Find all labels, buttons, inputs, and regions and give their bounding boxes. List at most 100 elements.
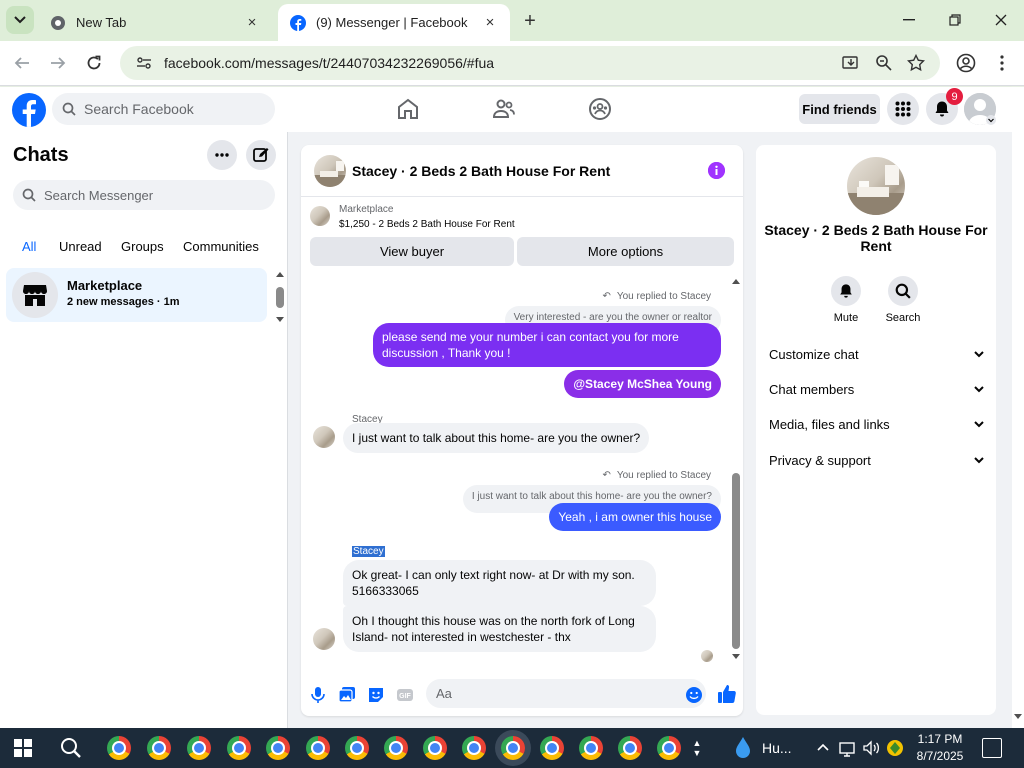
chat-item-marketplace[interactable]: Marketplace 2 new messages · 1m: [6, 268, 267, 322]
facebook-search-input[interactable]: Search Facebook: [52, 93, 275, 125]
outgoing-message[interactable]: please send me your number i can contact…: [373, 323, 721, 367]
section-chat-members[interactable]: Chat members: [769, 379, 984, 399]
kebab-menu-icon: [1000, 55, 1004, 71]
view-buyer-button[interactable]: View buyer: [310, 237, 514, 266]
section-media-files-links[interactable]: Media, files and links: [769, 414, 984, 434]
chrome-taskbar-app[interactable]: [540, 736, 564, 760]
chrome-icon: [51, 15, 65, 30]
app-tray-icon[interactable]: [886, 738, 904, 758]
site-settings-icon[interactable]: [136, 55, 152, 71]
filter-tab-communities[interactable]: Communities: [183, 239, 259, 254]
chrome-taskbar-app[interactable]: [423, 736, 447, 760]
emoji-icon[interactable]: [685, 686, 703, 704]
chrome-taskbar-app[interactable]: [107, 736, 131, 760]
thumbs-up-icon[interactable]: [717, 684, 737, 704]
conversation-scrollbar[interactable]: [730, 277, 742, 661]
listing-photo-thumbnail[interactable]: [314, 155, 346, 187]
microphone-icon[interactable]: [309, 686, 327, 704]
message-input[interactable]: Aa: [426, 679, 706, 708]
chrome-taskbar-app[interactable]: [501, 736, 525, 760]
chrome-taskbar-app[interactable]: [187, 736, 211, 760]
url-field[interactable]: facebook.com/messages/t/2440703423226905…: [120, 46, 940, 80]
close-window-button[interactable]: [978, 8, 1024, 32]
incoming-message[interactable]: Ok great- I can only text right now- at …: [343, 560, 656, 606]
start-button[interactable]: [14, 739, 32, 757]
profile-button[interactable]: [954, 51, 978, 75]
close-tab-icon[interactable]: ×: [482, 14, 498, 31]
install-app-icon[interactable]: [842, 54, 860, 72]
taskbar-overflow-arrows[interactable]: ▲ ▼: [690, 728, 704, 768]
chrome-taskbar-app[interactable]: [345, 736, 369, 760]
chrome-taskbar-app[interactable]: [306, 736, 330, 760]
chrome-taskbar-app[interactable]: [579, 736, 603, 760]
incoming-message[interactable]: Oh I thought this house was on the north…: [343, 606, 656, 652]
tab-messenger[interactable]: (9) Messenger | Facebook ×: [278, 4, 510, 41]
home-icon[interactable]: [396, 97, 420, 121]
seen-receipt-avatar: [701, 650, 713, 662]
reload-button[interactable]: [82, 51, 106, 75]
notification-center-icon[interactable]: [982, 738, 1002, 758]
sender-avatar[interactable]: [313, 628, 335, 650]
compose-icon: [253, 148, 269, 162]
weather-widget[interactable]: Hu...: [732, 736, 792, 760]
conversation-details-panel: Stacey · 2 Beds 2 Bath House For Rent Mu…: [756, 145, 996, 715]
forward-button[interactable]: [46, 51, 70, 75]
search-conversation-button[interactable]: Search: [875, 276, 931, 324]
network-icon[interactable]: [838, 738, 856, 758]
find-friends-button[interactable]: Find friends: [799, 94, 880, 124]
sticker-icon[interactable]: [367, 686, 385, 704]
chrome-taskbar-app[interactable]: [657, 736, 681, 760]
messenger-search-input[interactable]: Search Messenger: [13, 180, 275, 210]
tab-search-button[interactable]: [6, 6, 34, 34]
browser-menu-button[interactable]: [990, 51, 1014, 75]
volume-icon[interactable]: [862, 738, 880, 758]
close-tab-icon[interactable]: ×: [244, 14, 260, 31]
chrome-taskbar-app[interactable]: [266, 736, 290, 760]
bookmark-star-icon[interactable]: [907, 54, 925, 72]
new-message-button[interactable]: [246, 140, 276, 170]
restore-icon: [949, 14, 961, 26]
taskbar-search-icon[interactable]: [60, 737, 82, 759]
section-label: Customize chat: [769, 346, 859, 362]
zoom-icon[interactable]: [875, 54, 893, 72]
filter-tab-groups[interactable]: Groups: [121, 239, 164, 254]
system-clock[interactable]: 1:17 PM 8/7/2025: [912, 731, 968, 765]
incoming-message[interactable]: I just want to talk about this home- are…: [343, 423, 650, 453]
gif-icon[interactable]: GIF: [396, 686, 414, 704]
section-privacy-support[interactable]: Privacy & support: [769, 450, 984, 470]
chrome-taskbar-app[interactable]: [147, 736, 171, 760]
reply-indicator: ↶ You replied to Stacey: [602, 291, 711, 302]
friends-icon[interactable]: [492, 97, 516, 121]
section-customize-chat[interactable]: Customize chat: [769, 344, 984, 364]
outgoing-message-mention[interactable]: @Stacey McShea Young: [564, 370, 721, 398]
more-options-button[interactable]: More options: [517, 237, 734, 266]
filter-tab-unread[interactable]: Unread: [59, 239, 102, 254]
chat-options-button[interactable]: [207, 140, 237, 170]
chrome-taskbar-app[interactable]: [618, 736, 642, 760]
chrome-taskbar-app[interactable]: [227, 736, 251, 760]
page-scrollbar[interactable]: [1012, 87, 1024, 728]
conversation-title[interactable]: Stacey · 2 Beds 2 Bath House For Rent: [352, 163, 610, 179]
menu-button[interactable]: [887, 93, 919, 125]
minimize-button[interactable]: [886, 8, 932, 32]
restore-button[interactable]: [932, 8, 978, 32]
chrome-taskbar-app[interactable]: [384, 736, 408, 760]
chrome-taskbar-app[interactable]: [462, 736, 486, 760]
conversation-info-button[interactable]: [708, 162, 725, 179]
chat-list-scrollbar[interactable]: [274, 270, 286, 324]
tray-expand-icon[interactable]: [816, 738, 830, 758]
account-chevron-icon[interactable]: [986, 115, 996, 125]
chevron-down-icon: [974, 420, 984, 427]
facebook-logo[interactable]: [12, 93, 46, 127]
outgoing-message[interactable]: Yeah , i am owner this house: [549, 503, 721, 531]
mute-button[interactable]: Mute: [818, 276, 874, 324]
new-tab-button[interactable]: +: [518, 9, 542, 33]
photo-icon[interactable]: [338, 686, 356, 704]
sender-avatar[interactable]: [313, 426, 335, 448]
groups-icon[interactable]: [588, 97, 612, 121]
back-button[interactable]: [10, 51, 34, 75]
clock-time: 1:17 PM: [917, 732, 963, 746]
filter-tab-all[interactable]: All: [22, 239, 36, 254]
listing-photo-large[interactable]: [847, 157, 905, 215]
tab-new-tab[interactable]: New Tab ×: [38, 4, 272, 41]
